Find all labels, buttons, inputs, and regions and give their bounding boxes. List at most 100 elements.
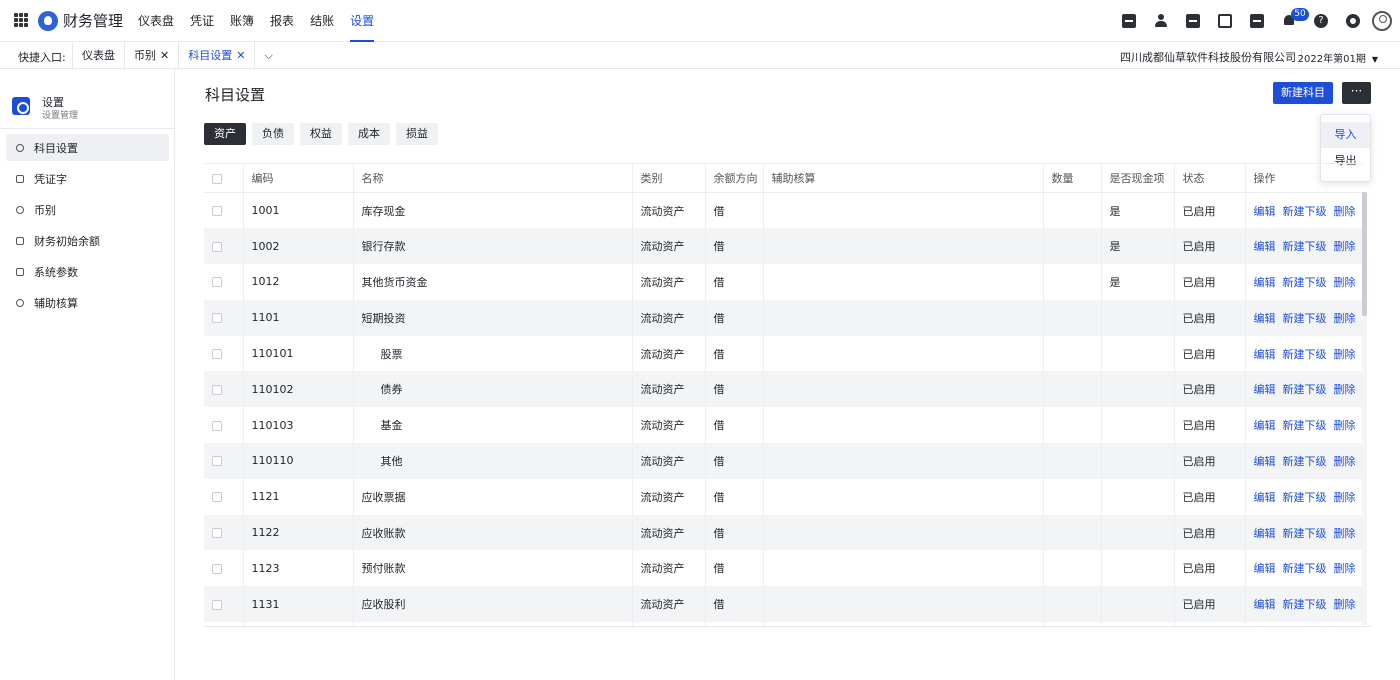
nav-voucher[interactable]: 凭证 <box>190 0 214 42</box>
document-icon[interactable] <box>1186 14 1200 28</box>
book-icon[interactable] <box>1218 14 1232 28</box>
add-child-link[interactable]: 新建下级 <box>1283 312 1327 325</box>
edit-link[interactable]: 编辑 <box>1254 276 1276 289</box>
sidebar-item-initial-balance[interactable]: 财务初始余额 <box>6 227 169 254</box>
checkbox[interactable] <box>212 241 222 252</box>
nav-dashboard[interactable]: 仪表盘 <box>138 0 174 42</box>
delete-link[interactable]: 删除 <box>1334 455 1356 468</box>
sidebar-item-system-params[interactable]: 系统参数 <box>6 258 169 285</box>
tab-liabilities[interactable]: 负债 <box>252 123 294 145</box>
edit-link[interactable]: 编辑 <box>1254 598 1276 611</box>
add-child-link[interactable]: 新建下级 <box>1283 491 1327 504</box>
checkbox-cell[interactable] <box>204 550 244 587</box>
checkbox-cell[interactable] <box>204 514 244 551</box>
quick-tab-subjects[interactable]: 科目设置 ✕ <box>178 42 254 69</box>
checkbox[interactable] <box>212 173 222 184</box>
checkbox-cell[interactable] <box>204 335 244 372</box>
checkbox[interactable] <box>212 349 222 360</box>
delete-link[interactable]: 删除 <box>1334 491 1356 504</box>
more-button[interactable]: ··· <box>1342 82 1371 104</box>
quick-tab-dashboard[interactable]: 仪表盘 <box>72 42 124 69</box>
nav-ledger[interactable]: 账簿 <box>230 0 254 42</box>
edit-link[interactable]: 编辑 <box>1254 455 1276 468</box>
checkbox-cell[interactable] <box>204 407 244 444</box>
calendar-icon[interactable] <box>1250 14 1264 28</box>
checkbox[interactable] <box>212 206 222 217</box>
help-icon[interactable]: ? <box>1314 14 1328 28</box>
tab-cost[interactable]: 成本 <box>348 123 390 145</box>
add-child-link[interactable]: 新建下级 <box>1283 240 1327 253</box>
edit-link[interactable]: 编辑 <box>1254 205 1276 218</box>
tab-assets[interactable]: 资产 <box>204 123 246 145</box>
quick-tab-currency[interactable]: 币别 ✕ <box>124 42 178 69</box>
delete-link[interactable]: 删除 <box>1334 527 1356 540</box>
chevron-down-icon[interactable]: ⌵ <box>254 42 281 69</box>
checkbox[interactable] <box>212 492 222 503</box>
task-icon[interactable] <box>1122 14 1136 28</box>
user-icon[interactable] <box>1154 14 1168 28</box>
period-select[interactable]: 2022年第01期 <box>1298 50 1378 65</box>
checkbox[interactable] <box>212 384 222 395</box>
checkbox-cell[interactable] <box>204 228 244 265</box>
delete-link[interactable]: 删除 <box>1334 312 1356 325</box>
edit-link[interactable]: 编辑 <box>1254 312 1276 325</box>
delete-link[interactable]: 删除 <box>1334 598 1356 611</box>
add-child-link[interactable]: 新建下级 <box>1283 383 1327 396</box>
add-child-link[interactable]: 新建下级 <box>1283 205 1327 218</box>
sidebar-item-voucher-word[interactable]: 凭证字 <box>6 165 169 192</box>
add-child-link[interactable]: 新建下级 <box>1283 598 1327 611</box>
delete-link[interactable]: 删除 <box>1334 383 1356 396</box>
nav-closing[interactable]: 结账 <box>310 0 334 42</box>
delete-link[interactable]: 删除 <box>1334 562 1356 575</box>
checkbox[interactable] <box>212 420 222 431</box>
avatar[interactable] <box>1372 11 1392 31</box>
checkbox-cell[interactable] <box>204 264 244 300</box>
checkbox-cell[interactable] <box>204 622 244 626</box>
checkbox[interactable] <box>212 563 222 574</box>
sidebar-item-currency[interactable]: 币别 <box>6 196 169 223</box>
add-child-link[interactable]: 新建下级 <box>1283 455 1327 468</box>
add-child-link[interactable]: 新建下级 <box>1283 276 1327 289</box>
edit-link[interactable]: 编辑 <box>1254 562 1276 575</box>
edit-link[interactable]: 编辑 <box>1254 383 1276 396</box>
delete-link[interactable]: 删除 <box>1334 205 1356 218</box>
checkbox-cell[interactable] <box>204 371 244 408</box>
checkbox-cell[interactable] <box>204 192 244 229</box>
checkbox[interactable] <box>212 456 222 467</box>
nav-report[interactable]: 报表 <box>270 0 294 42</box>
checkbox-cell[interactable] <box>204 586 244 623</box>
sidebar-item-aux[interactable]: 辅助核算 <box>6 289 169 316</box>
sidebar-item-subjects[interactable]: 科目设置 <box>6 134 169 161</box>
app-grid-icon[interactable] <box>14 13 28 27</box>
delete-link[interactable]: 删除 <box>1334 276 1356 289</box>
add-child-link[interactable]: 新建下级 <box>1283 419 1327 432</box>
checkbox[interactable] <box>212 599 222 610</box>
tab-equity[interactable]: 权益 <box>300 123 342 145</box>
edit-link[interactable]: 编辑 <box>1254 240 1276 253</box>
new-subject-button[interactable]: 新建科目 <box>1273 82 1333 104</box>
close-icon[interactable]: ✕ <box>160 49 169 62</box>
checkbox-cell[interactable] <box>204 443 244 479</box>
add-child-link[interactable]: 新建下级 <box>1283 348 1327 361</box>
delete-link[interactable]: 删除 <box>1334 348 1356 361</box>
checkbox[interactable] <box>212 313 222 324</box>
add-child-link[interactable]: 新建下级 <box>1283 527 1327 540</box>
edit-link[interactable]: 编辑 <box>1254 348 1276 361</box>
checkbox[interactable] <box>212 528 222 539</box>
delete-link[interactable]: 删除 <box>1334 419 1356 432</box>
select-all[interactable] <box>204 163 244 193</box>
delete-link[interactable]: 删除 <box>1334 240 1356 253</box>
tab-profit-loss[interactable]: 损益 <box>396 123 438 145</box>
edit-link[interactable]: 编辑 <box>1254 527 1276 540</box>
checkbox[interactable] <box>212 277 222 288</box>
checkbox-cell[interactable] <box>204 478 244 515</box>
gear-icon[interactable] <box>1346 14 1360 28</box>
scrollbar-thumb[interactable] <box>1362 192 1367 316</box>
close-icon[interactable]: ✕ <box>236 49 245 62</box>
menu-item-import[interactable]: 导入 <box>1321 122 1370 148</box>
add-child-link[interactable]: 新建下级 <box>1283 562 1327 575</box>
bell-icon[interactable]: 50 <box>1282 8 1309 28</box>
edit-link[interactable]: 编辑 <box>1254 491 1276 504</box>
checkbox-cell[interactable] <box>204 299 244 336</box>
nav-settings[interactable]: 设置 <box>350 0 375 42</box>
